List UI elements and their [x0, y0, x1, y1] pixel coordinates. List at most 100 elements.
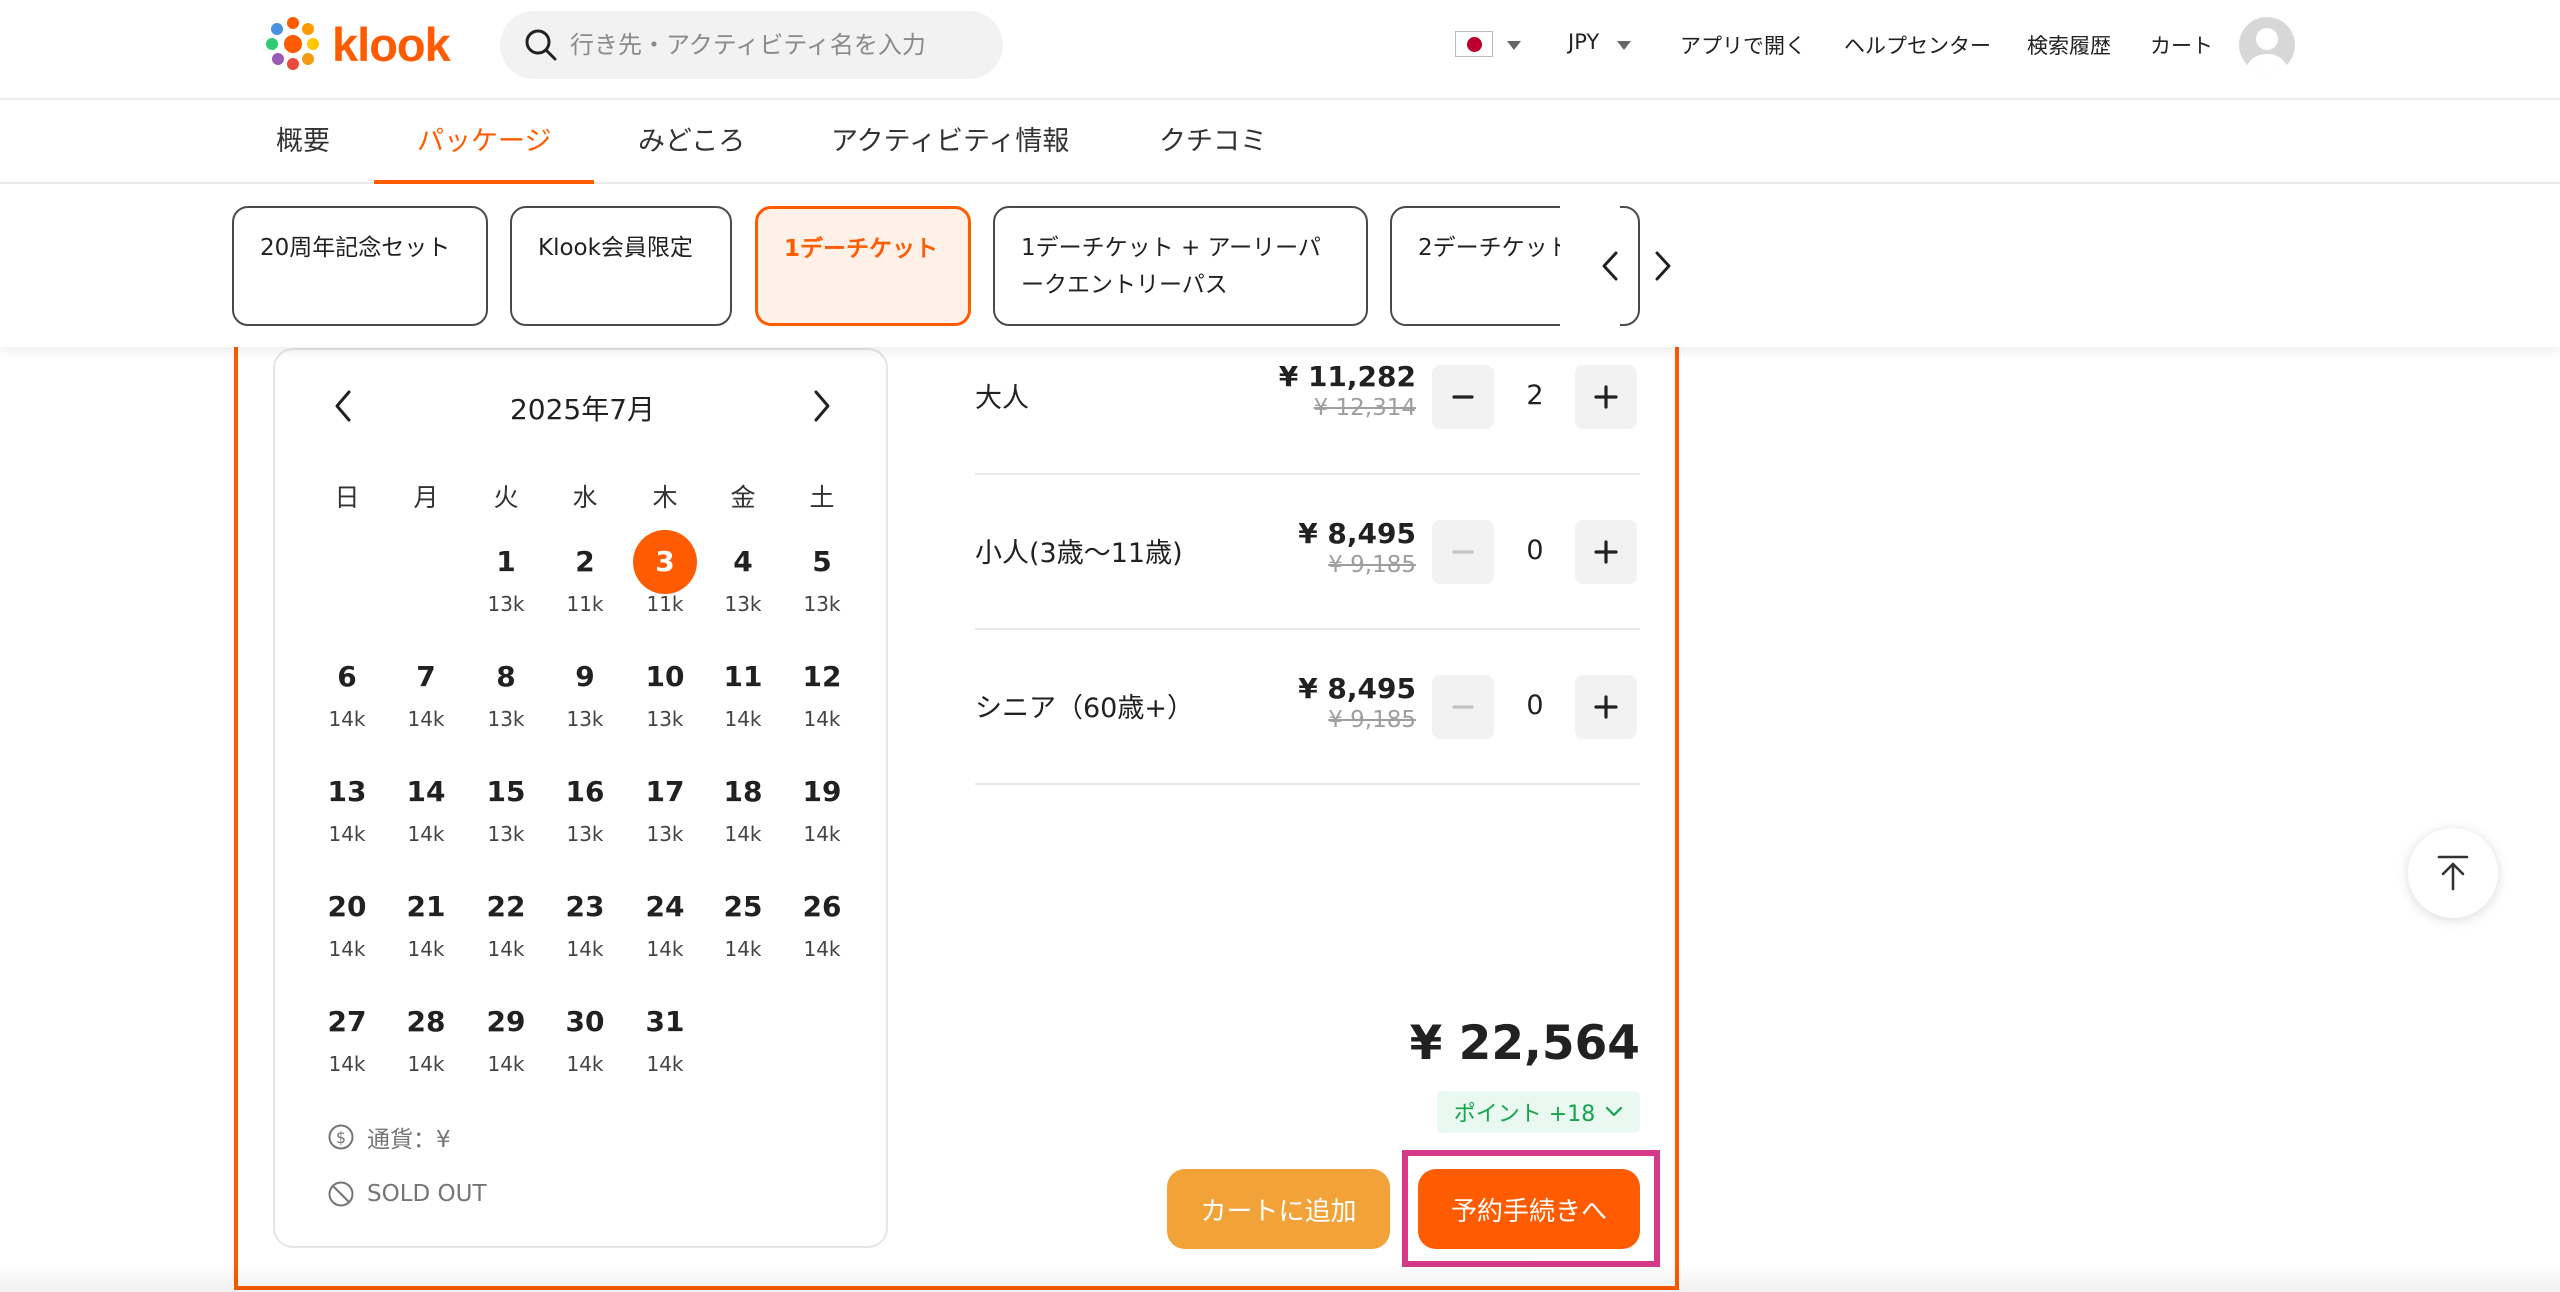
language-chevron-down-icon[interactable]: [1507, 41, 1521, 50]
day-number: 11: [723, 660, 763, 693]
package-chip-1day-early-entry[interactable]: 1デーチケット + アーリーパ ークエントリーパス: [993, 206, 1368, 326]
chevron-right-icon: [1655, 251, 1671, 281]
calendar-day[interactable]: 19 14k: [787, 760, 857, 860]
calendar-day[interactable]: 24 14k: [630, 875, 700, 975]
klook-logo[interactable]: klook: [262, 14, 451, 74]
help-center-link[interactable]: ヘルプセンター: [1844, 30, 1991, 60]
calendar-day[interactable]: 26 14k: [787, 875, 857, 975]
day-number: 22: [486, 890, 526, 923]
day-price: 13k: [646, 707, 684, 731]
proceed-to-booking-button[interactable]: 予約手続きへ: [1418, 1169, 1640, 1249]
calendar-day[interactable]: 7 14k: [391, 645, 461, 745]
section-tabs: 概要 パッケージ みどころ アクティビティ情報 クチコミ: [0, 100, 2560, 184]
day-number: 15: [486, 775, 526, 808]
tab-packages[interactable]: パッケージ: [417, 100, 551, 184]
packages-prev-button[interactable]: [1590, 244, 1630, 288]
package-chip-20th-anniversary[interactable]: 20周年記念セット: [232, 206, 488, 326]
search-box[interactable]: [500, 11, 1003, 79]
increase-quantity-button[interactable]: [1575, 365, 1637, 429]
increase-quantity-button[interactable]: [1575, 520, 1637, 584]
weekday-label: 月: [413, 483, 439, 512]
ticket-type-label: 大人: [975, 383, 1029, 414]
day-price: 14k: [803, 707, 841, 731]
calendar-day[interactable]: 9 13k: [550, 645, 620, 745]
search-input[interactable]: [570, 31, 970, 59]
day-number: 27: [327, 1005, 367, 1038]
plus-icon: [1594, 385, 1618, 409]
day-number: 16: [565, 775, 605, 808]
add-to-cart-button[interactable]: カートに追加: [1167, 1169, 1390, 1249]
day-price: 13k: [487, 707, 525, 731]
calendar-day[interactable]: 16 13k: [550, 760, 620, 860]
calendar-day[interactable]: 11 14k: [708, 645, 778, 745]
calendar-day[interactable]: 10 13k: [630, 645, 700, 745]
back-to-top-button[interactable]: [2408, 828, 2498, 918]
language-selector[interactable]: [1455, 31, 1493, 57]
decrease-quantity-button[interactable]: [1432, 675, 1494, 739]
day-price: 13k: [566, 822, 604, 846]
calendar-month-title: 2025年7月: [509, 393, 656, 426]
calendar-day[interactable]: 1 13k: [471, 530, 541, 630]
calendar-day[interactable]: 6 14k: [312, 645, 382, 745]
day-price: 11k: [646, 592, 684, 616]
day-price: 14k: [328, 707, 366, 731]
currency-chevron-down-icon[interactable]: [1617, 41, 1631, 50]
tab-overview[interactable]: 概要: [276, 100, 330, 184]
day-number: 20: [327, 890, 367, 923]
calendar-day[interactable]: 31 14k: [630, 990, 700, 1090]
decrease-quantity-button[interactable]: [1432, 365, 1494, 429]
search-history-link[interactable]: 検索履歴: [2027, 30, 2111, 60]
calendar-next-month-button[interactable]: [802, 384, 842, 428]
calendar-day[interactable]: 22 14k: [471, 875, 541, 975]
decrease-quantity-button[interactable]: [1432, 520, 1494, 584]
open-in-app-link[interactable]: アプリで開く: [1680, 30, 1806, 60]
calendar-day[interactable]: 27 14k: [312, 990, 382, 1090]
calendar-day[interactable]: 29 14k: [471, 990, 541, 1090]
calendar-day[interactable]: 14 14k: [391, 760, 461, 860]
dollar-circle-icon: $: [328, 1124, 354, 1150]
calendar-day[interactable]: 23 14k: [550, 875, 620, 975]
day-number: 24: [645, 890, 685, 923]
cart-link[interactable]: カート: [2150, 30, 2213, 60]
calendar-day[interactable]: 25 14k: [708, 875, 778, 975]
calendar-day[interactable]: 2 11k: [550, 530, 620, 630]
calendar-day[interactable]: 28 14k: [391, 990, 461, 1090]
calendar-day[interactable]: 5 13k: [787, 530, 857, 630]
weekday-label: 水: [572, 483, 598, 512]
ticket-price: ¥ 8,495 ¥ 9,185: [1298, 517, 1416, 578]
arrow-up-to-top-icon: [2437, 855, 2469, 891]
calendar-day[interactable]: 15 13k: [471, 760, 541, 860]
day-price: 14k: [646, 937, 684, 961]
points-badge[interactable]: ポイント +18: [1437, 1091, 1640, 1133]
calendar-day[interactable]: 8 13k: [471, 645, 541, 745]
calendar-day[interactable]: 30 14k: [550, 990, 620, 1090]
packages-next-button[interactable]: [1643, 244, 1683, 288]
calendar-day[interactable]: 20 14k: [312, 875, 382, 975]
package-chip-member-only[interactable]: Klook会員限定: [510, 206, 732, 326]
tab-highlights[interactable]: みどころ: [638, 100, 745, 184]
calendar-day[interactable]: 3 11k: [630, 530, 700, 630]
calendar-day[interactable]: 12 14k: [787, 645, 857, 745]
calendar-day[interactable]: 17 13k: [630, 760, 700, 860]
currency-selector[interactable]: JPY: [1568, 30, 1599, 54]
increase-quantity-button[interactable]: [1575, 675, 1637, 739]
day-number: 18: [723, 775, 763, 808]
current-price: ¥ 8,495: [1298, 672, 1416, 705]
day-price: 13k: [487, 592, 525, 616]
calendar-day[interactable]: 21 14k: [391, 875, 461, 975]
calendar-day[interactable]: 4 13k: [708, 530, 778, 630]
tab-activity-info[interactable]: アクティビティ情報: [831, 100, 1069, 184]
day-number: 23: [565, 890, 605, 923]
day-price: 14k: [328, 822, 366, 846]
day-number: 19: [802, 775, 842, 808]
day-price: 14k: [328, 1052, 366, 1076]
bottom-shadow: [0, 1262, 2560, 1292]
avatar[interactable]: [2239, 17, 2295, 73]
calendar-day[interactable]: 13 14k: [312, 760, 382, 860]
tab-reviews[interactable]: クチコミ: [1159, 100, 1267, 184]
package-chip-1day-ticket[interactable]: 1デーチケット: [755, 206, 971, 326]
original-price: ¥ 9,185: [1328, 707, 1416, 733]
calendar-day[interactable]: 18 14k: [708, 760, 778, 860]
weekday-label: 金: [730, 483, 756, 512]
day-price: 14k: [646, 1052, 684, 1076]
